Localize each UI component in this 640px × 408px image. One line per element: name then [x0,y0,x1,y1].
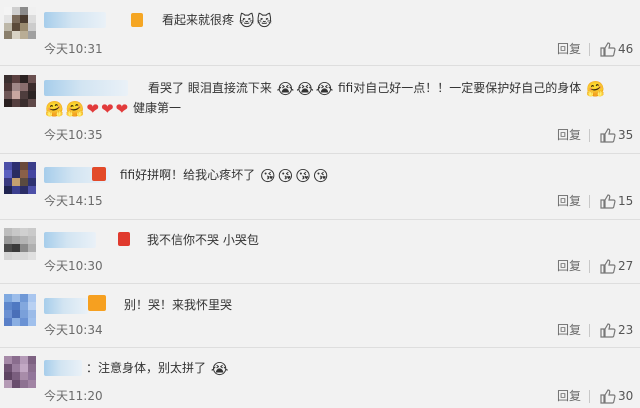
kissing-face-icon: 😘 [312,166,329,185]
hug-icon: 🤗 [45,99,64,118]
comment-item: 别！哭！来我怀里哭 今天10:34 回复 23 [0,284,640,348]
comment-text: 别！哭！来我怀里哭 [124,298,233,312]
crying-face-icon: 😭 [315,79,334,98]
reply-button[interactable]: 回复 [557,258,581,274]
heart-icon: ❤ [100,99,114,118]
like-button[interactable]: 27 [600,258,633,274]
like-count: 23 [618,323,634,337]
divider [589,195,590,208]
comment-time: 今天10:35 [44,128,103,142]
like-count: 35 [618,128,634,142]
like-button[interactable]: 46 [600,41,633,57]
like-button[interactable]: 15 [600,193,633,209]
thumbs-up-icon [600,258,616,274]
thumbs-up-icon [600,41,616,57]
doraemon-icon: 🐱 [256,11,273,30]
thumbs-up-icon [600,388,616,404]
like-count: 46 [618,42,634,56]
username-blurred[interactable] [44,80,128,96]
member-badge-icon [92,167,106,181]
avatar[interactable] [4,75,36,107]
comment-text: 看起来就很疼 [162,13,235,27]
comment-item: 看哭了 眼泪直接流下来 😭 😭 😭 fifi对自己好一点！！一定要保护好自己的身体 … [0,66,640,154]
comment-text: 健康第一 [132,101,181,115]
thumbs-up-icon [600,127,616,143]
comment-item: fifi好拼啊！给我心疼坏了 😘 😘 😘 😘 今天14:15 回复 15 [0,154,640,220]
comment-time: 今天14:15 [44,194,103,208]
member-badge-icon [131,13,143,27]
avatar[interactable] [4,228,36,260]
username-blurred[interactable] [44,12,106,28]
comment-text-line: ：注意身体，别太拼了 😭 [86,357,229,379]
reply-button[interactable]: 回复 [557,388,581,404]
reply-button[interactable]: 回复 [557,322,581,338]
comment-text: ：注意身体，别太拼了 [86,361,207,375]
avatar[interactable] [4,7,36,39]
hug-icon: 🤗 [65,99,85,118]
comment-text-line: 看起来就很疼 🐱 🐱 [162,9,273,31]
divider [589,260,590,273]
like-button[interactable]: 35 [600,127,633,143]
hug-icon: 🤗 [586,79,605,98]
thumbs-up-icon [600,193,616,209]
comment-time: 今天10:31 [44,42,103,56]
like-count: 27 [618,259,634,273]
divider [589,390,590,403]
comment-time: 今天10:30 [44,259,103,273]
comment-item: 我不信你不哭 小哭包 今天10:30 回复 27 [0,220,640,284]
heart-icon: ❤ [86,99,99,118]
comment-text: 看哭了 眼泪直接流下来 [148,81,272,95]
avatar[interactable] [4,356,36,388]
doraemon-icon: 🐱 [238,11,255,30]
comment-text-line: 🤗 🤗 ❤ ❤ ❤ 健康第一 [44,97,181,119]
comment-text: 我不信你不哭 小哭包 [147,233,259,247]
like-button[interactable]: 23 [600,322,633,338]
crying-face-icon: 😭 [296,79,314,98]
divider [589,43,590,56]
comment-text-line: fifi好拼啊！给我心疼坏了 😘 😘 😘 😘 [120,164,330,186]
username-blurred[interactable] [44,232,96,248]
comment-time: 今天10:34 [44,323,103,337]
username-blurred[interactable] [44,298,88,314]
comment-item: ：注意身体，别太拼了 😭 今天11:20 回复 30 [0,348,640,408]
comment-text-line: 看哭了 眼泪直接流下来 😭 😭 😭 fifi对自己好一点！！一定要保护好自己的身体 … [148,77,606,99]
reply-button[interactable]: 回复 [557,127,581,143]
like-count: 15 [618,194,634,208]
member-badge-icon [118,232,130,246]
thumbs-up-icon [600,322,616,338]
avatar[interactable] [4,294,36,326]
comment-text-line: 我不信你不哭 小哭包 [147,229,259,251]
divider [589,324,590,337]
comment-list: 看起来就很疼 🐱 🐱 今天10:31 回复 46 看哭了 眼泪直接流下来 😭 😭 😭 … [0,0,640,408]
reply-button[interactable]: 回复 [557,41,581,57]
heart-icon: ❤ [115,99,129,118]
comment-time: 今天11:20 [44,389,103,403]
comment-item: 看起来就很疼 🐱 🐱 今天10:31 回复 46 [0,0,640,66]
crying-face-icon: 😭 [210,359,229,378]
kissing-face-icon: 😘 [259,166,276,185]
divider [589,129,590,142]
comment-text: fifi好拼啊！给我心疼坏了 [120,168,256,182]
kissing-face-icon: 😘 [295,166,311,185]
reply-button[interactable]: 回复 [557,193,581,209]
crying-face-icon: 😭 [276,79,295,98]
like-button[interactable]: 30 [600,388,633,404]
member-badge-icon [88,295,106,311]
avatar[interactable] [4,162,36,194]
username-blurred[interactable] [44,360,82,376]
kissing-face-icon: 😘 [277,166,294,185]
comment-text-line: 别！哭！来我怀里哭 [124,294,232,316]
like-count: 30 [618,389,634,403]
comment-text: fifi对自己好一点！！一定要保护好自己的身体 [338,81,582,95]
